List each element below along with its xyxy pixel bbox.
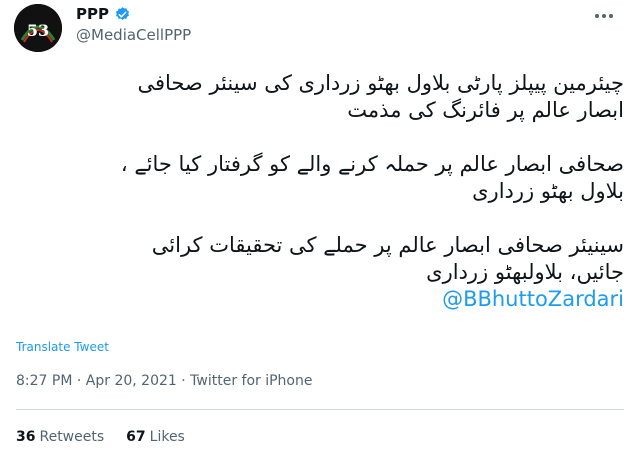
retweets-count: 36	[16, 429, 36, 445]
tweet-paragraph: چیئرمین پیپلز پارٹی بلاول بھٹو زرداری کی…	[20, 70, 624, 124]
author-name[interactable]: PPP	[76, 5, 109, 23]
tweet-card: 53 PPP @MediaCellPPP چیئرمین پیپلز پارٹی…	[0, 0, 640, 463]
avatar[interactable]: 53	[14, 4, 62, 52]
likes-stat[interactable]: 67 Likes	[126, 429, 185, 445]
engagement-stats: 36 Retweets 67 Likes	[16, 429, 185, 445]
likes-count: 67	[126, 429, 146, 445]
tweet-date[interactable]: Apr 20, 2021	[86, 373, 177, 389]
likes-label: Likes	[149, 429, 185, 445]
meta-separator: ·	[181, 373, 186, 389]
avatar-number: 53	[27, 21, 49, 40]
tweet-source[interactable]: Twitter for iPhone	[190, 373, 312, 389]
verified-badge-icon	[114, 6, 131, 23]
tweet-paragraph: سینیئر صحافی ابصار عالم پر حملے کی تحقیق…	[20, 232, 624, 313]
avatar-logo-icon: 53	[14, 4, 62, 52]
tweet-text: چیئرمین پیپلز پارٹی بلاول بھٹو زرداری کی…	[20, 70, 624, 313]
tweet-time[interactable]: 8:27 PM	[16, 373, 72, 389]
tweet-line: بلاول بھٹو زرداری	[472, 179, 624, 203]
divider	[16, 409, 624, 410]
retweets-label: Retweets	[39, 429, 105, 445]
tweet-metadata: 8:27 PM · Apr 20, 2021 · Twitter for iPh…	[16, 373, 313, 389]
tweet-line: جائیں، بلاولبھٹو زرداری	[426, 260, 624, 284]
translate-tweet-link[interactable]: Translate Tweet	[16, 340, 109, 354]
tweet-paragraph: صحافی ابصار عالم پر حملہ کرنے والے کو گر…	[20, 151, 624, 205]
tweet-line: ابصار عالم پر فائرنگ کی مذمت	[347, 98, 624, 122]
meta-separator: ·	[76, 373, 82, 389]
tweet-line: صحافی ابصار عالم پر حملہ کرنے والے کو گر…	[120, 152, 624, 176]
author-info: PPP @MediaCellPPP	[76, 4, 191, 44]
author-handle[interactable]: @MediaCellPPP	[76, 26, 191, 44]
mention-link[interactable]: @BBhuttoZardari	[442, 287, 624, 311]
tweet-line: سینیئر صحافی ابصار عالم پر حملے کی تحقیق…	[151, 233, 624, 257]
more-options-icon[interactable]	[592, 8, 616, 24]
retweets-stat[interactable]: 36 Retweets	[16, 429, 104, 445]
tweet-line: چیئرمین پیپلز پارٹی بلاول بھٹو زرداری کی…	[137, 71, 624, 95]
